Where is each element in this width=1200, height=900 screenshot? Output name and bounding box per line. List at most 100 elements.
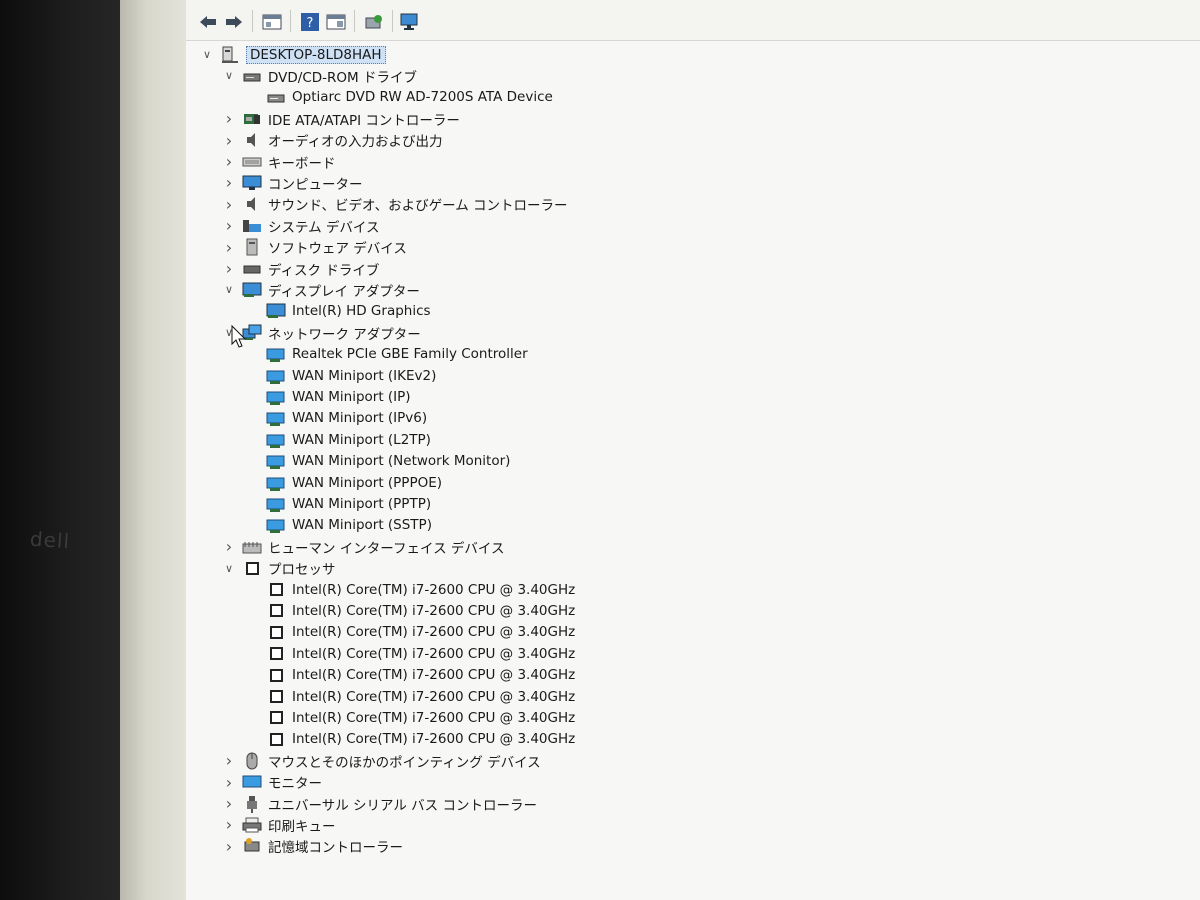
chevron-right-icon[interactable]: › [222,173,236,192]
scan-hardware-icon[interactable] [398,10,422,34]
chevron-right-icon[interactable]: › [222,109,236,128]
chevron-right-icon[interactable]: › [222,259,236,278]
tree-device[interactable]: Intel(R) HD Graphics [246,301,431,322]
update-driver-icon[interactable] [362,10,386,34]
disk-drive-icon [242,260,262,278]
network-device-icon [266,452,286,470]
tree-category[interactable]: › オーディオの入力および出力 [222,130,443,151]
mouse-icon [242,752,262,770]
toolbar-separator [354,10,355,32]
chevron-right-icon[interactable]: › [222,238,236,257]
tree-category[interactable]: › モニター [222,772,322,793]
chevron-right-icon[interactable]: › [222,216,236,235]
tree-category[interactable]: ∨ プロセッサ [222,558,336,579]
category-label: コンピューター [268,176,363,193]
tree-device[interactable]: Intel(R) Core(TM) i7-2600 CPU @ 3.40GHz [246,665,575,686]
chevron-right-icon[interactable]: › [222,751,236,770]
device-label: WAN Miniport (IP) [292,388,411,405]
tree-device[interactable]: Intel(R) Core(TM) i7-2600 CPU @ 3.40GHz [246,622,575,643]
chevron-right-icon[interactable]: › [222,794,236,813]
device-label: WAN Miniport (Network Monitor) [292,453,511,470]
display-adapter-icon [242,281,262,299]
tree-device[interactable]: WAN Miniport (L2TP) [246,429,431,450]
tree-category[interactable]: › マウスとそのほかのポインティング デバイス [222,750,541,771]
tree-category[interactable]: ∨ ネットワーク アダプター [222,322,421,343]
chevron-down-icon[interactable]: ∨ [222,283,236,297]
tree-root[interactable]: ∨ DESKTOP-8LD8HAH [200,44,386,65]
chevron-right-icon[interactable]: › [222,152,236,171]
device-label: Intel(R) Core(TM) i7-2600 CPU @ 3.40GHz [292,602,576,619]
tree-category[interactable]: › ソフトウェア デバイス [222,237,407,258]
tree-category[interactable]: › 印刷キュー [222,814,336,835]
tree-device[interactable]: Realtek PCIe GBE Family Controller [246,344,528,365]
cpu-device-icon [266,730,286,748]
tree-device[interactable]: Intel(R) Core(TM) i7-2600 CPU @ 3.40GHz [246,600,575,621]
tree-category[interactable]: › システム デバイス [222,215,380,236]
tree-device[interactable]: WAN Miniport (PPTP) [246,493,431,514]
cpu-device-icon [266,602,286,620]
chevron-right-icon[interactable]: › [222,537,236,556]
tree-category[interactable]: › キーボード [222,151,336,172]
tree-device[interactable]: WAN Miniport (IP) [246,386,411,407]
category-label: ヒューマン インターフェイス デバイス [268,540,505,557]
category-label: DVD/CD-ROM ドライブ [268,69,417,86]
chevron-down-icon[interactable]: ∨ [200,48,214,62]
tree-device[interactable]: WAN Miniport (Network Monitor) [246,451,510,472]
device-label: Intel(R) Core(TM) i7-2600 CPU @ 3.40GHz [292,624,576,641]
tree-category[interactable]: ∨ DVD/CD-ROM ドライブ [222,65,417,86]
category-label: ソフトウェア デバイス [268,241,407,258]
chevron-right-icon[interactable]: › [222,195,236,214]
tree-category[interactable]: › サウンド、ビデオ、およびゲーム コントローラー [222,194,568,215]
tree-category[interactable]: › コンピューター [222,172,363,193]
tree-device[interactable]: Intel(R) Core(TM) i7-2600 CPU @ 3.40GHz [246,579,575,600]
tree-category[interactable]: › 記憶域コントローラー [222,836,403,857]
tree-device[interactable]: WAN Miniport (SSTP) [246,515,432,536]
tree-device[interactable]: WAN Miniport (IKEv2) [246,365,436,386]
tree-device[interactable]: Intel(R) Core(TM) i7-2600 CPU @ 3.40GHz [246,707,575,728]
tree-device[interactable]: WAN Miniport (PPPOE) [246,472,442,493]
monitor-frame [120,0,186,900]
category-label: キーボード [268,155,336,172]
tree-category[interactable]: › IDE ATA/ATAPI コントローラー [222,108,460,129]
tree-device[interactable]: Intel(R) Core(TM) i7-2600 CPU @ 3.40GHz [246,643,575,664]
tree-category[interactable]: ∨ ディスプレイ アダプター [222,279,420,300]
display-device-icon [266,302,286,320]
category-label: ネットワーク アダプター [268,326,421,343]
cpu-device-icon [266,709,286,727]
category-label: マウスとそのほかのポインティング デバイス [268,754,541,771]
tree-category[interactable]: › ヒューマン インターフェイス デバイス [222,536,505,557]
computer-name-label: DESKTOP-8LD8HAH [246,45,386,64]
view-icon[interactable] [324,10,348,34]
dvd-device-icon [266,88,286,106]
monitor-bezel: dell [0,0,120,900]
network-device-icon [266,431,286,449]
chevron-right-icon[interactable]: › [222,815,236,834]
cpu-device-icon [266,666,286,684]
category-label: サウンド、ビデオ、およびゲーム コントローラー [268,198,568,215]
chevron-right-icon[interactable]: › [222,837,236,856]
chevron-down-icon[interactable]: ∨ [222,69,236,83]
category-label: ディスク ドライブ [268,262,380,279]
tree-device[interactable]: Intel(R) Core(TM) i7-2600 CPU @ 3.40GHz [246,686,575,707]
help-icon[interactable]: ? [298,10,322,34]
chevron-down-icon[interactable]: ∨ [222,561,236,575]
tree-category[interactable]: › ユニバーサル シリアル バス コントローラー [222,793,537,814]
tree-device[interactable]: Optiarc DVD RW AD-7200S ATA Device [246,87,553,108]
properties-icon[interactable] [260,10,284,34]
forward-icon[interactable] [222,10,246,34]
network-device-icon [266,367,286,385]
tree-device[interactable]: Intel(R) Core(TM) i7-2600 CPU @ 3.40GHz [246,729,575,750]
network-device-icon [266,388,286,406]
category-label: ディスプレイ アダプター [268,283,420,300]
device-label: Intel(R) Core(TM) i7-2600 CPU @ 3.40GHz [292,581,576,598]
category-label: IDE ATA/ATAPI コントローラー [268,112,460,129]
category-label: モニター [268,776,322,793]
device-label: WAN Miniport (IPv6) [292,410,428,427]
chevron-right-icon[interactable]: › [222,773,236,792]
tree-device[interactable]: WAN Miniport (IPv6) [246,408,427,429]
cpu-device-icon [266,688,286,706]
chevron-right-icon[interactable]: › [222,131,236,150]
tree-category[interactable]: › ディスク ドライブ [222,258,380,279]
printer-icon [242,816,262,834]
back-icon[interactable] [196,10,220,34]
